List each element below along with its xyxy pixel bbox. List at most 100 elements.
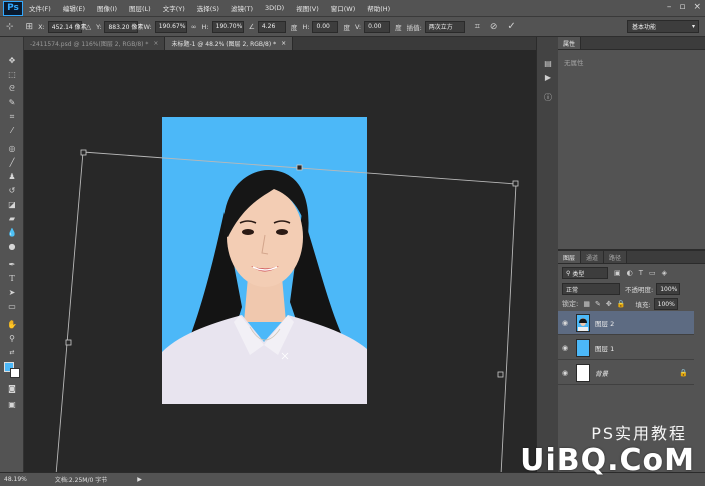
layer-filter-select[interactable]: ⚲ 类型 — [562, 267, 608, 279]
tab-layers[interactable]: 图层 — [558, 251, 582, 263]
lock-icon: 🔒 — [679, 368, 688, 377]
interpolation-select[interactable]: 两次立方 — [424, 20, 465, 33]
crop-tool-icon[interactable]: ⌗ — [5, 111, 19, 122]
tab-properties[interactable]: 属性 — [558, 37, 582, 49]
link-xy-icon[interactable]: △ — [86, 23, 91, 31]
hand-tool-icon[interactable]: ✋ — [5, 319, 19, 330]
tab-document-psd[interactable]: -2411574.psd @ 116%(图层 2, RGB/8) * × — [24, 37, 166, 50]
hskew-input[interactable]: 0.00 — [312, 20, 339, 33]
menu-window[interactable]: 窗口(W) — [325, 3, 362, 13]
canvas-area[interactable] — [24, 50, 536, 472]
actions-panel-icon[interactable]: ▶ — [541, 71, 555, 83]
info-panel-icon[interactable]: ⓘ — [541, 91, 555, 103]
eraser-tool-icon[interactable]: ◪ — [5, 199, 19, 210]
eye-icon[interactable]: ◉ — [558, 344, 572, 352]
tools-panel: ✥ ⬚ ᘓ ✎ ⌗ ⁄ ◎ ╱ ♟ ↺ ◪ ▰ 💧 ● ✒ T ➤ ▭ ✋ ⚲ … — [0, 37, 24, 472]
swap-colors-icon[interactable]: ⇄ — [5, 347, 19, 358]
opacity-input[interactable]: 100% — [656, 283, 681, 295]
tab-channels[interactable]: 通道 — [581, 251, 605, 263]
healing-tool-icon[interactable]: ◎ — [5, 143, 19, 154]
history-brush-tool-icon[interactable]: ↺ — [5, 185, 19, 196]
layer-row-background[interactable]: ◉ 背景 🔒 — [558, 361, 694, 385]
menu-3d[interactable]: 3D(D) — [259, 4, 290, 12]
lasso-tool-icon[interactable]: ᘓ — [5, 83, 19, 94]
hskew-label: H: — [302, 22, 310, 31]
quick-mask-icon[interactable]: ◙ — [5, 383, 19, 394]
minimize-icon[interactable]: – — [667, 2, 672, 12]
eye-icon[interactable]: ◉ — [558, 319, 572, 327]
blend-mode-select[interactable]: 正常 — [562, 283, 620, 295]
close-icon[interactable]: × — [153, 40, 158, 47]
blend-mode-label: 正常 — [566, 286, 579, 294]
lock-all-icon[interactable]: 🔒 — [617, 300, 626, 308]
layer-row-layer2[interactable]: ◉ 图层 2 — [558, 311, 694, 335]
transform-bounding-box[interactable] — [24, 50, 536, 472]
filter-pixel-icon[interactable]: ▣ — [614, 269, 621, 277]
close-icon[interactable]: × — [693, 2, 701, 12]
brush-tool-icon[interactable]: ╱ — [5, 157, 19, 168]
x-input[interactable]: 452.14 像素 — [47, 20, 87, 33]
menu-image[interactable]: 图像(I) — [91, 3, 123, 13]
link-wh-icon[interactable]: ∞ — [191, 23, 197, 31]
zoom-level[interactable]: 48.19% — [4, 476, 27, 483]
screen-mode-icon[interactable]: ▣ — [5, 399, 19, 410]
angle-input[interactable]: 4.26 — [257, 20, 286, 33]
shape-tool-icon[interactable]: ▭ — [5, 301, 19, 312]
filter-smart-icon[interactable]: ◈ — [662, 269, 667, 277]
menu-help[interactable]: 帮助(H) — [361, 3, 396, 13]
status-menu-arrow-icon[interactable]: ▶ — [137, 476, 142, 483]
tab-paths[interactable]: 路径 — [604, 251, 628, 263]
filter-adjustment-icon[interactable]: ◐ — [627, 269, 633, 277]
workspace-select[interactable]: 基本功能 ▾ — [627, 20, 699, 33]
menu-file[interactable]: 文件(F) — [23, 3, 57, 13]
menu-bar: Ps 文件(F) 编辑(E) 图像(I) 图层(L) 文字(Y) 选择(S) 滤… — [0, 0, 705, 17]
menu-filter[interactable]: 滤镜(T) — [225, 3, 259, 13]
stamp-tool-icon[interactable]: ♟ — [5, 171, 19, 182]
filter-type-icon[interactable]: T — [639, 269, 643, 277]
transform-tool-icon[interactable]: ⊹ — [6, 22, 14, 32]
menu-edit[interactable]: 编辑(E) — [57, 3, 91, 13]
move-tool-icon[interactable]: ✥ — [5, 55, 19, 66]
menu-layer[interactable]: 图层(L) — [123, 3, 157, 13]
fill-input[interactable]: 100% — [653, 298, 678, 310]
restore-icon[interactable]: ▫ — [679, 2, 685, 12]
marquee-tool-icon[interactable]: ⬚ — [5, 69, 19, 80]
lock-pixels-icon[interactable]: ▦ — [583, 300, 590, 308]
lock-brush-icon[interactable]: ✎ — [595, 300, 601, 308]
width-input[interactable]: 190.67% — [154, 20, 187, 33]
quick-select-tool-icon[interactable]: ✎ — [5, 97, 19, 108]
background-color-swatch[interactable] — [10, 368, 20, 378]
eye-icon[interactable]: ◉ — [558, 369, 572, 377]
eyedropper-tool-icon[interactable]: ⁄ — [5, 125, 19, 136]
menu-view[interactable]: 视图(V) — [290, 3, 325, 13]
blur-tool-icon[interactable]: 💧 — [5, 227, 19, 238]
reference-point-icon[interactable]: ⊞ — [26, 22, 34, 32]
y-input[interactable]: 883.20 像素 — [104, 20, 143, 33]
type-tool-icon[interactable]: T — [5, 273, 19, 284]
photoshop-logo: Ps — [3, 0, 23, 16]
commit-transform-icon[interactable]: ✓ — [507, 21, 515, 32]
close-icon[interactable]: × — [281, 40, 286, 47]
layer-row-layer1[interactable]: ◉ 图层 1 — [558, 336, 694, 360]
lock-label: 锁定: — [562, 300, 579, 308]
history-panel-icon[interactable]: ▤ — [541, 57, 555, 69]
path-select-tool-icon[interactable]: ➤ — [5, 287, 19, 298]
gradient-tool-icon[interactable]: ▰ — [5, 213, 19, 224]
pen-tool-icon[interactable]: ✒ — [5, 259, 19, 270]
filter-shape-icon[interactable]: ▭ — [649, 269, 656, 277]
warp-icon[interactable]: ⌗ — [475, 22, 480, 32]
layer-name: 图层 2 — [595, 319, 615, 328]
cancel-transform-icon[interactable]: ⊘ — [490, 22, 498, 32]
vskew-input[interactable]: 0.00 — [364, 20, 391, 33]
menu-type[interactable]: 文字(Y) — [157, 3, 191, 13]
menu-select[interactable]: 选择(S) — [191, 3, 225, 13]
workspace-label: 基本功能 — [632, 24, 657, 31]
height-input[interactable]: 190.70% — [211, 20, 244, 33]
dodge-tool-icon[interactable]: ● — [5, 241, 19, 252]
h-label: H: — [201, 22, 209, 31]
interpolation-label: 插值: — [406, 23, 422, 32]
properties-panel-tabs: 属性 — [558, 37, 705, 50]
zoom-tool-icon[interactable]: ⚲ — [5, 333, 19, 344]
lock-move-icon[interactable]: ✥ — [606, 300, 612, 308]
tab-document-untitled[interactable]: 未标题-1 @ 48.2% (图层 2, RGB/8) * × — [165, 37, 294, 50]
